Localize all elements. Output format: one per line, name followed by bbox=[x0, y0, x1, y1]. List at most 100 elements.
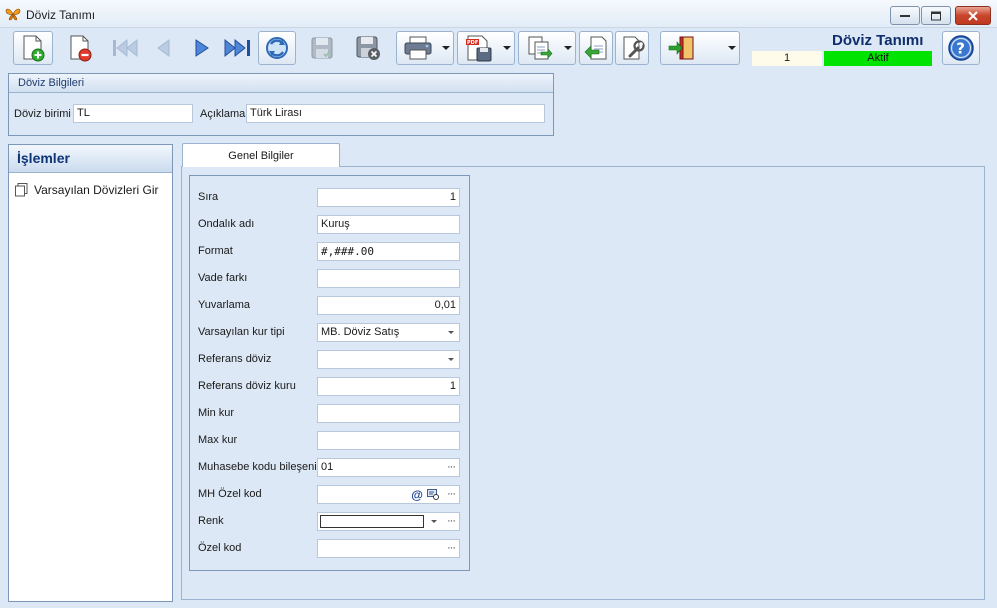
default-rate-type-label: Varsayılan kur tipi bbox=[198, 326, 285, 338]
rounding-field[interactable]: 0,01 bbox=[317, 296, 460, 315]
svg-text:PDF: PDF bbox=[467, 40, 478, 46]
minimize-button[interactable] bbox=[890, 6, 920, 25]
format-label: Format bbox=[198, 245, 233, 257]
copy-icon bbox=[528, 36, 553, 60]
new-document-icon bbox=[23, 35, 45, 62]
tools-button[interactable] bbox=[615, 31, 649, 65]
maturity-diff-field[interactable] bbox=[317, 269, 460, 288]
special-code-label: Özel kod bbox=[198, 542, 242, 554]
svg-text:?: ? bbox=[956, 40, 965, 58]
decimal-name-field[interactable]: Kuruş bbox=[317, 215, 460, 234]
min-rate-label: Min kur bbox=[198, 407, 235, 419]
pdf-export-button[interactable]: PDF bbox=[457, 31, 515, 65]
butterfly-icon bbox=[5, 8, 21, 21]
print-button[interactable] bbox=[396, 31, 454, 65]
default-rate-type-select[interactable]: MB. Döviz Satış bbox=[317, 323, 460, 342]
pdf-dropdown-icon bbox=[503, 46, 511, 50]
at-sign-icon[interactable]: @ bbox=[411, 487, 423, 503]
maximize-button[interactable] bbox=[921, 6, 951, 25]
close-icon bbox=[968, 10, 978, 21]
status-badge: Aktif bbox=[824, 51, 932, 66]
title-bar: Döviz Tanımı bbox=[0, 0, 997, 28]
print-icon bbox=[404, 36, 432, 60]
help-button[interactable]: ? bbox=[942, 31, 980, 65]
reference-currency-select[interactable] bbox=[317, 350, 460, 369]
ellipsis-icon[interactable]: ··· bbox=[447, 540, 456, 557]
max-rate-field[interactable] bbox=[317, 431, 460, 450]
cancel-save-button[interactable] bbox=[348, 31, 388, 65]
delete-document-icon bbox=[70, 35, 92, 62]
operations-panel: İşlemler Varsayılan Dövizleri Gir bbox=[8, 144, 173, 602]
special-code-field[interactable]: ··· bbox=[317, 539, 460, 558]
maximize-icon bbox=[931, 11, 941, 20]
refresh-icon bbox=[266, 37, 288, 59]
accounting-code-label: Muhasebe kodu bileşeni bbox=[198, 461, 317, 473]
window-title: Döviz Tanımı bbox=[26, 8, 96, 22]
import-icon bbox=[584, 36, 607, 60]
max-rate-label: Max kur bbox=[198, 434, 238, 446]
tab-general-info[interactable]: Genel Bilgiler bbox=[182, 143, 340, 167]
chevron-down-icon[interactable] bbox=[431, 520, 437, 523]
copy-button[interactable] bbox=[518, 31, 576, 65]
close-button[interactable] bbox=[955, 6, 991, 25]
next-record-icon bbox=[195, 39, 209, 57]
import-button[interactable] bbox=[579, 31, 613, 65]
color-picker[interactable]: ··· bbox=[317, 512, 460, 531]
reference-rate-label: Referans döviz kuru bbox=[198, 380, 296, 392]
cancel-save-icon bbox=[356, 36, 380, 60]
list-item-default-currencies[interactable]: Varsayılan Dövizleri Gir bbox=[15, 183, 158, 197]
default-rate-type-value: MB. Döviz Satış bbox=[321, 326, 400, 338]
exit-button[interactable] bbox=[660, 31, 740, 65]
refresh-button[interactable] bbox=[258, 31, 296, 65]
copy-pages-icon bbox=[15, 183, 28, 197]
order-field[interactable]: 1 bbox=[317, 188, 460, 207]
exit-icon bbox=[668, 36, 694, 60]
ellipsis-icon[interactable]: ··· bbox=[447, 486, 456, 503]
new-button[interactable] bbox=[13, 31, 53, 65]
color-label: Renk bbox=[198, 515, 224, 527]
help-icon: ? bbox=[948, 35, 974, 61]
last-record-button[interactable] bbox=[221, 31, 257, 65]
list-item-label: Varsayılan Dövizleri Gir bbox=[34, 183, 159, 197]
chevron-down-icon[interactable] bbox=[448, 358, 454, 361]
reference-rate-field[interactable]: 1 bbox=[317, 377, 460, 396]
currency-unit-label: Döviz birimi bbox=[14, 108, 71, 120]
description-field[interactable]: Türk Lirası bbox=[246, 104, 545, 123]
accounting-code-field[interactable]: 01 ··· bbox=[317, 458, 460, 477]
mh-special-code-field[interactable]: @ ··· bbox=[317, 485, 460, 504]
decimal-name-label: Ondalık adı bbox=[198, 218, 255, 230]
currency-unit-field[interactable]: TL bbox=[73, 104, 193, 123]
tools-icon bbox=[623, 36, 645, 60]
last-record-icon bbox=[224, 38, 250, 58]
page-title: Döviz Tanımı bbox=[832, 32, 924, 49]
save-icon bbox=[311, 37, 333, 59]
ellipsis-icon[interactable]: ··· bbox=[447, 459, 456, 476]
save-button[interactable] bbox=[302, 31, 342, 65]
rounding-label: Yuvarlama bbox=[198, 299, 250, 311]
card-lookup-icon[interactable] bbox=[427, 489, 439, 500]
currency-info-title: Döviz Bilgileri bbox=[9, 74, 553, 93]
order-label: Sıra bbox=[198, 191, 219, 203]
pdf-export-icon: PDF bbox=[466, 35, 492, 62]
min-rate-field[interactable] bbox=[317, 404, 460, 423]
minimize-icon bbox=[900, 14, 910, 17]
chevron-down-icon[interactable] bbox=[448, 331, 454, 334]
previous-record-button[interactable] bbox=[145, 31, 181, 65]
previous-record-icon bbox=[157, 39, 170, 57]
maturity-diff-label: Vade farkı bbox=[198, 272, 248, 284]
operations-title: İşlemler bbox=[9, 145, 172, 173]
format-field[interactable]: #,###.00 bbox=[317, 242, 460, 261]
accounting-code-value: 01 bbox=[321, 461, 334, 473]
print-dropdown-icon bbox=[442, 46, 450, 50]
first-record-icon bbox=[113, 38, 138, 58]
delete-button[interactable] bbox=[60, 31, 100, 65]
exit-dropdown-icon bbox=[728, 46, 736, 50]
ellipsis-icon[interactable]: ··· bbox=[447, 513, 456, 530]
color-swatch bbox=[320, 515, 424, 528]
description-label: Açıklama bbox=[200, 108, 246, 120]
next-record-button[interactable] bbox=[184, 31, 220, 65]
record-number: 1 bbox=[752, 51, 822, 66]
mh-special-code-label: MH Özel kod bbox=[198, 488, 262, 500]
copy-dropdown-icon bbox=[564, 46, 572, 50]
first-record-button[interactable] bbox=[107, 31, 143, 65]
